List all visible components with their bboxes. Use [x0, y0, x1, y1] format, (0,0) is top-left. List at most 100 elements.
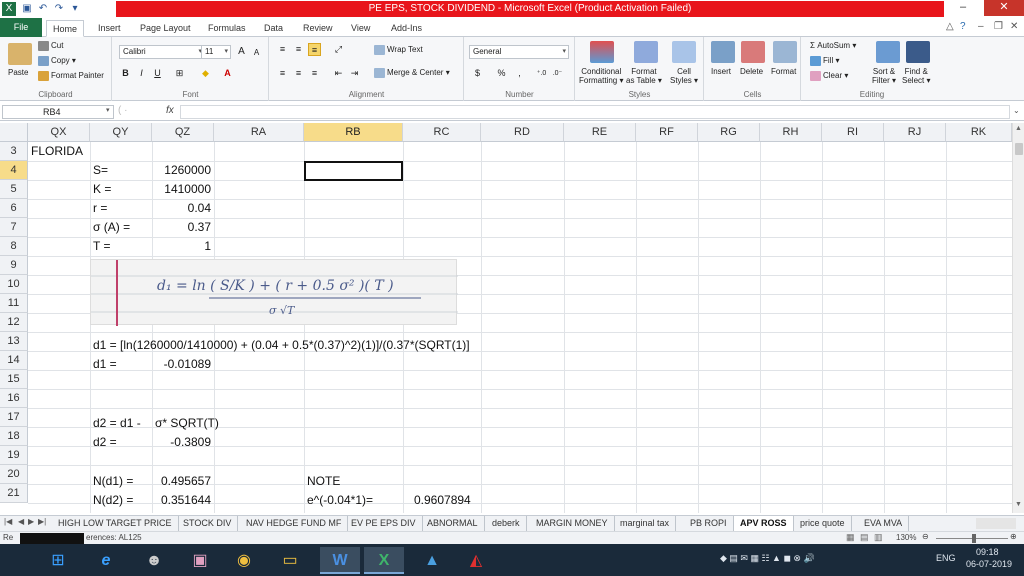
decrease-indent-icon[interactable]: ⇤: [332, 67, 345, 80]
active-cell-rb4[interactable]: [304, 161, 403, 181]
workbook-restore-icon[interactable]: ❐: [994, 21, 1003, 32]
insert-cells-button[interactable]: Insert: [711, 67, 731, 76]
sheet-tab[interactable]: marginal tax: [614, 516, 677, 531]
row-header[interactable]: 8: [0, 237, 28, 256]
cell-qy17[interactable]: d2 = d1 -: [93, 414, 141, 433]
row-header[interactable]: 17: [0, 408, 28, 427]
minimize-button[interactable]: –: [950, 0, 976, 16]
row-header[interactable]: 10: [0, 275, 28, 294]
row-header-selected[interactable]: 4: [0, 161, 28, 180]
paste-button[interactable]: Paste: [8, 68, 28, 77]
next-sheet-icon[interactable]: ▶: [28, 517, 34, 526]
decrease-decimal-icon[interactable]: .0⁻: [551, 67, 564, 80]
cell-qy21[interactable]: N(d2) =: [93, 491, 133, 510]
column-header[interactable]: RI: [822, 123, 884, 142]
delete-cells-button[interactable]: Delete: [740, 67, 763, 76]
row-header[interactable]: 21: [0, 484, 28, 503]
cell-qz6[interactable]: 0.04: [152, 199, 211, 218]
clock-time[interactable]: 09:18: [976, 547, 999, 557]
cell-qz8[interactable]: 1: [152, 237, 211, 256]
select-all-corner[interactable]: [0, 123, 28, 142]
internet-explorer-icon[interactable]: e: [86, 547, 126, 574]
cell-qy20[interactable]: N(d1) =: [93, 472, 133, 491]
fill-color-icon[interactable]: ◆: [199, 67, 212, 80]
row-header[interactable]: 14: [0, 351, 28, 370]
sheet-tab[interactable]: HIGH LOW TARGET PRICE: [52, 516, 179, 531]
increase-decimal-icon[interactable]: ⁺.0: [535, 67, 548, 80]
merge-center-button[interactable]: Merge & Center ▾: [374, 68, 450, 78]
word-icon[interactable]: W: [320, 547, 360, 574]
bold-button[interactable]: B: [119, 67, 132, 80]
first-sheet-icon[interactable]: |◀: [4, 517, 12, 526]
row-header[interactable]: 11: [0, 294, 28, 313]
sheet-tab[interactable]: MARGIN MONEY: [530, 516, 615, 531]
scroll-down-icon[interactable]: ▼: [1015, 501, 1022, 508]
shrink-font-button[interactable]: A: [250, 46, 263, 59]
cell-qy13[interactable]: d1 = [ln(1260000/1410000) + (0.04 + 0.5*…: [93, 336, 470, 355]
last-sheet-icon[interactable]: ▶|: [38, 517, 46, 526]
paste-icon[interactable]: [8, 43, 32, 65]
row-header[interactable]: 20: [0, 465, 28, 484]
row-header[interactable]: 18: [0, 427, 28, 446]
cell-qx3[interactable]: FLORIDA: [31, 142, 83, 161]
column-header[interactable]: RG: [698, 123, 760, 142]
cell-qz18[interactable]: -0.3809: [152, 433, 211, 452]
row-header[interactable]: 7: [0, 218, 28, 237]
help-icon[interactable]: ?: [960, 21, 966, 32]
number-format-combo[interactable]: General ▾: [469, 45, 569, 59]
bottom-align-icon[interactable]: ≡: [308, 43, 321, 56]
row-header[interactable]: 13: [0, 332, 28, 351]
sheet-tab[interactable]: price quote: [794, 516, 852, 531]
cell-styles-button[interactable]: Cell Styles ▾: [670, 67, 698, 85]
quick-access-dropdown-icon[interactable]: ▾: [68, 2, 82, 16]
tab-page-layout[interactable]: Page Layout: [134, 20, 197, 37]
cell-rb20[interactable]: NOTE: [307, 472, 340, 491]
format-painter-button[interactable]: Format Painter: [38, 71, 104, 81]
format-cells-button[interactable]: Format: [771, 67, 796, 76]
redo-icon[interactable]: ↷: [52, 2, 66, 16]
italic-button[interactable]: I: [135, 67, 148, 80]
row-header[interactable]: 3: [0, 142, 28, 161]
column-header[interactable]: RE: [564, 123, 636, 142]
name-box-dropdown-icon[interactable]: ▾: [106, 106, 110, 114]
page-break-view-icon[interactable]: ▥: [874, 532, 883, 543]
save-icon[interactable]: ▣: [20, 2, 34, 16]
cell-qy14[interactable]: d1 =: [93, 355, 117, 374]
tray-icons[interactable]: ◆ ▤ ✉ ▦ ☷ ▲ ◼ ⊗ 🔊: [720, 553, 815, 564]
photos-icon[interactable]: ▲: [412, 547, 452, 574]
cut-button[interactable]: Cut: [38, 41, 63, 51]
cell-qz14[interactable]: -0.01089: [152, 355, 211, 374]
handwritten-d1-formula-image[interactable]: d₁ = ln ( S/K ) + ( r + 0.5 σ² )( T ) σ …: [90, 259, 458, 326]
conditional-formatting-button[interactable]: Conditional Formatting ▾: [579, 67, 623, 85]
close-button[interactable]: ✕: [984, 0, 1024, 16]
column-header[interactable]: RD: [481, 123, 564, 142]
top-align-icon[interactable]: ≡: [276, 43, 289, 56]
normal-view-icon[interactable]: ▦: [846, 532, 855, 543]
prev-sheet-icon[interactable]: ◀: [18, 517, 24, 526]
row-header[interactable]: 19: [0, 446, 28, 465]
tab-review[interactable]: Review: [297, 20, 339, 37]
chrome-icon[interactable]: ◉: [224, 547, 264, 574]
zoom-out-icon[interactable]: ⊖: [922, 532, 929, 541]
sheet-tab[interactable]: deberk: [486, 516, 527, 531]
cell-qy18[interactable]: d2 =: [93, 433, 117, 452]
cell-qz5[interactable]: 1410000: [152, 180, 211, 199]
cell-rb21[interactable]: e^(-0.04*1)=: [307, 491, 373, 510]
insert-function-icon[interactable]: fx: [166, 105, 174, 116]
comma-button[interactable]: ,: [513, 67, 526, 80]
column-header[interactable]: RH: [760, 123, 822, 142]
zoom-slider-thumb[interactable]: [972, 534, 976, 543]
language-indicator[interactable]: ENG: [936, 553, 956, 563]
format-as-table-button[interactable]: Format as Table ▾: [626, 67, 662, 85]
tab-formulas[interactable]: Formulas: [202, 20, 252, 37]
sheet-tab[interactable]: EVA MVA: [858, 516, 910, 531]
column-header[interactable]: QZ: [152, 123, 214, 142]
scroll-up-icon[interactable]: ▲: [1015, 125, 1022, 132]
clear-button[interactable]: Clear ▾: [810, 71, 848, 81]
column-header[interactable]: RC: [403, 123, 481, 142]
column-header[interactable]: QY: [90, 123, 152, 142]
sheet-tab[interactable]: STOCK DIV: [177, 516, 239, 531]
clock-date[interactable]: 06-07-2019: [966, 559, 1012, 569]
align-right-icon[interactable]: ≡: [308, 67, 321, 80]
orientation-icon[interactable]: ⤢: [332, 43, 345, 56]
